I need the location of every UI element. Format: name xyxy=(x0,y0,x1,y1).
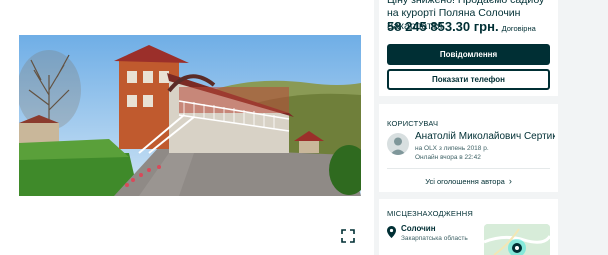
price: 58 245 853.30 грн. Договірна xyxy=(387,19,536,34)
seller-section-label: КОРИСТУВАЧ xyxy=(387,119,439,128)
map-icon[interactable] xyxy=(484,224,550,255)
listing-photo[interactable] xyxy=(19,35,361,196)
negotiable-label: Договірна xyxy=(501,24,536,33)
seller-name[interactable]: Анатолій Миколайович Сертик xyxy=(415,131,555,142)
region: Закарпатська область xyxy=(401,235,468,242)
price-card: Ціну знижено! Продаємо садибу на курорті… xyxy=(379,0,558,96)
all-ads-link[interactable]: Усі оголошення автора › xyxy=(379,176,558,186)
price-value: 58 245 853.30 грн. xyxy=(387,19,499,34)
show-phone-button[interactable]: Показати телефон xyxy=(387,69,550,90)
message-button[interactable]: Повідомлення xyxy=(387,44,550,65)
expand-icon[interactable] xyxy=(340,228,356,244)
seller-online: Онлайн вчора в 22:42 xyxy=(415,154,481,161)
location-section-label: МІСЦЕЗНАХОДЖЕННЯ xyxy=(387,209,473,218)
seller-since: на OLX з липень 2018 р. xyxy=(415,145,489,152)
listing-photo-image xyxy=(19,35,361,196)
city: Солочин xyxy=(401,224,436,233)
user-icon xyxy=(390,137,406,155)
avatar[interactable] xyxy=(387,133,409,155)
all-ads-label: Усі оголошення автора xyxy=(425,177,505,186)
chevron-right-icon: › xyxy=(508,176,512,186)
divider xyxy=(387,168,550,169)
location-pin-icon xyxy=(387,225,396,238)
photo-gallery xyxy=(0,0,374,255)
